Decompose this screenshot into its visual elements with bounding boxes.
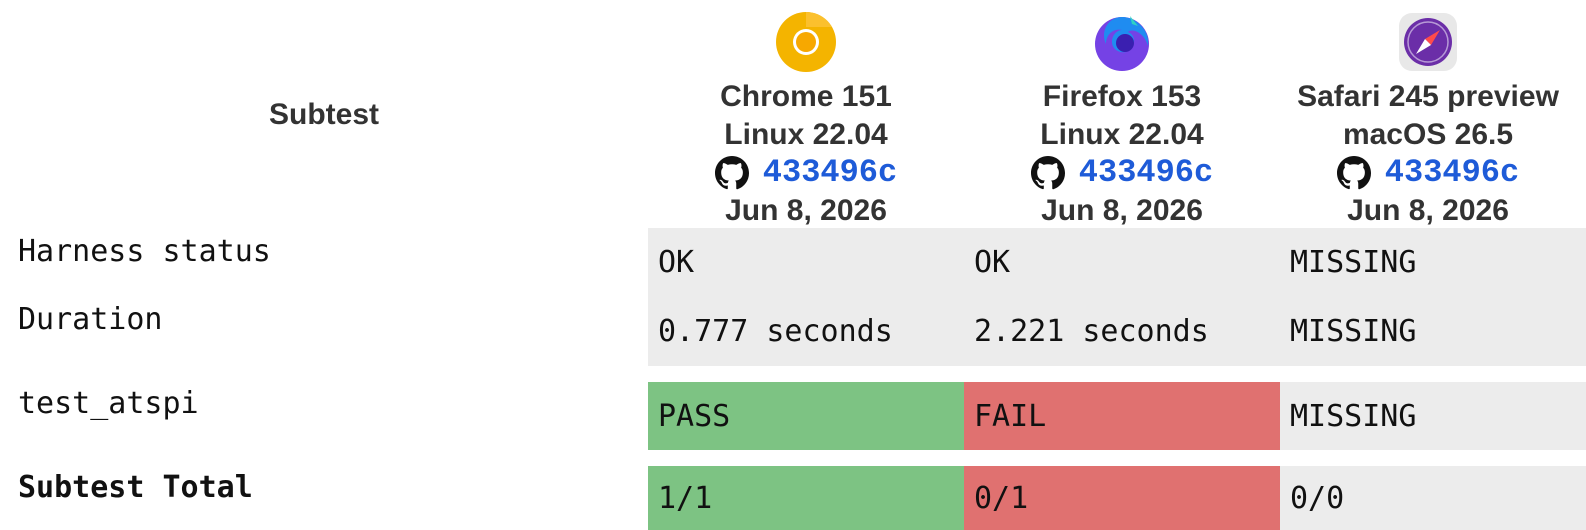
browser-os: Linux 22.04 (1040, 118, 1204, 151)
github-icon (1030, 156, 1065, 190)
run-date: Jun 8, 2026 (725, 194, 887, 227)
subtest-column-header: Subtest (268, 98, 379, 131)
browser-name: Chrome 151 (720, 80, 892, 113)
github-icon (714, 156, 749, 190)
browser-header-firefox: Firefox 153 Linux 22.04 433496c Jun 8, 2… (964, 8, 1280, 230)
result-cell: 0.777 seconds (658, 313, 893, 349)
row-label-duration: Duration (18, 302, 163, 337)
result-cell-fail: FAIL (964, 382, 1280, 450)
result-cell-missing: MISSING (1280, 382, 1586, 450)
total-cell-pass: 1/1 (648, 466, 964, 530)
run-date: Jun 8, 2026 (1347, 194, 1509, 227)
revision-link[interactable]: 433496c (763, 154, 897, 192)
revision-link[interactable]: 433496c (1385, 154, 1519, 192)
result-cell: OK (658, 244, 695, 280)
browser-header-safari: Safari 245 preview macOS 26.5 433496c Ju… (1270, 8, 1586, 230)
chrome-logo-icon (776, 12, 836, 72)
browser-header-chrome: Chrome 151 Linux 22.04 433496c Jun 8, 20… (648, 8, 964, 230)
browser-os: Linux 22.04 (724, 118, 888, 151)
run-date: Jun 8, 2026 (1041, 194, 1203, 227)
result-cell: MISSING (1290, 313, 1417, 349)
revision-link[interactable]: 433496c (1079, 154, 1213, 192)
result-cell: 2.221 seconds (974, 313, 1209, 349)
row-label-test-atspi[interactable]: test_atspi (18, 386, 199, 421)
browser-name: Safari 245 preview (1297, 80, 1559, 113)
total-cell-neutral: 0/0 (1280, 466, 1586, 530)
row-label-harness-status: Harness status (18, 234, 271, 269)
result-cell: OK (974, 244, 1011, 280)
firefox-logo-icon (1095, 16, 1149, 71)
safari-logo-icon (1399, 13, 1457, 71)
browser-os: macOS 26.5 (1342, 118, 1514, 151)
result-cell-pass: PASS (648, 382, 964, 450)
github-icon (1336, 156, 1371, 190)
total-cell-fail: 0/1 (964, 466, 1280, 530)
row-label-subtest-total: Subtest Total (18, 470, 253, 505)
result-cell: MISSING (1290, 244, 1417, 280)
browser-name: Firefox 153 (1042, 80, 1202, 113)
